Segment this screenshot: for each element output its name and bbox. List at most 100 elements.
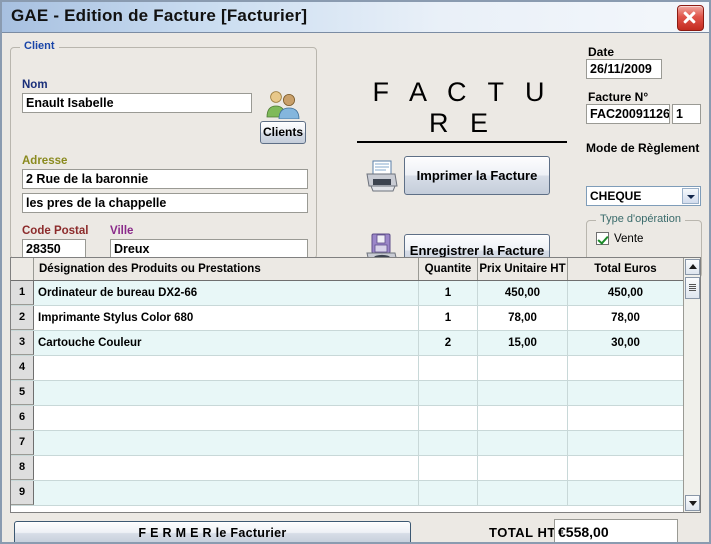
adresse-line2-input[interactable]: les pres de la chappelle [22, 193, 308, 213]
mode-reglement-label: Mode de Règlement [586, 141, 700, 155]
cell-prix-unitaire[interactable]: 78,00 [478, 306, 568, 330]
window-title: GAE - Edition de Facture [Facturier] [11, 6, 308, 25]
code-postal-label: Code Postal [22, 225, 89, 237]
type-operation-legend: Type d'opération [596, 213, 685, 225]
print-invoice-button[interactable]: Imprimer la Facture [404, 156, 550, 195]
row-number[interactable]: 2 [11, 306, 34, 330]
cell-designation[interactable] [34, 356, 419, 380]
people-icon [266, 91, 300, 119]
cell-total[interactable] [568, 406, 683, 430]
cell-total[interactable]: 450,00 [568, 281, 683, 305]
header-quantite[interactable]: Quantite [419, 258, 478, 280]
nom-input[interactable]: Enault Isabelle [22, 93, 252, 113]
cell-designation[interactable]: Ordinateur de bureau DX2-66 [34, 281, 419, 305]
table-row[interactable]: 1 Ordinateur de bureau DX2-66 1 450,00 450,0… [11, 281, 683, 306]
scrollbar-thumb[interactable] [685, 277, 700, 299]
cell-total[interactable]: 30,00 [568, 331, 683, 355]
cell-designation[interactable] [34, 381, 419, 405]
header-total[interactable]: Total Euros [568, 258, 683, 280]
table-row[interactable]: 3 Cartouche Couleur 2 15,00 30,00 [11, 331, 683, 356]
table-row[interactable]: 4 [11, 356, 683, 381]
header-prix-unitaire[interactable]: Prix Unitaire HT [478, 258, 568, 280]
total-ht-value: €558,00 [554, 519, 678, 542]
date-label: Date [588, 45, 615, 59]
cell-prix-unitaire[interactable] [478, 481, 568, 505]
row-number[interactable]: 8 [11, 456, 34, 480]
cell-designation[interactable] [34, 456, 419, 480]
cell-quantite[interactable] [419, 356, 478, 380]
table-row[interactable]: 9 [11, 481, 683, 506]
cell-total[interactable] [568, 381, 683, 405]
ville-input[interactable]: Dreux [110, 239, 308, 259]
chevron-up-icon[interactable] [685, 259, 700, 275]
printer-icon [366, 160, 398, 192]
cell-prix-unitaire[interactable]: 15,00 [478, 331, 568, 355]
facture-window: GAE - Edition de Facture [Facturier] Cli… [0, 0, 711, 544]
adresse-label: Adresse [22, 155, 68, 167]
cell-total[interactable] [568, 356, 683, 380]
total-ht-label: TOTAL HT [489, 525, 556, 540]
table-row[interactable]: 7 [11, 431, 683, 456]
cell-designation[interactable]: Cartouche Couleur [34, 331, 419, 355]
table-row[interactable]: 6 [11, 406, 683, 431]
header-rownum [11, 258, 34, 280]
cell-prix-unitaire[interactable] [478, 381, 568, 405]
facture-sequence-input[interactable]: 1 [672, 104, 701, 124]
date-input[interactable]: 26/11/2009 [586, 59, 662, 79]
table-row[interactable]: 2 Imprimante Stylus Color 680 1 78,00 78,00 [11, 306, 683, 331]
cell-total[interactable]: 78,00 [568, 306, 683, 330]
mode-reglement-value: CHEQUE [590, 189, 642, 203]
vente-checkbox[interactable] [596, 232, 609, 245]
table-row[interactable]: 5 [11, 381, 683, 406]
chevron-down-icon[interactable] [682, 188, 699, 204]
row-number[interactable]: 7 [11, 431, 34, 455]
cell-quantite[interactable] [419, 456, 478, 480]
title-bar: GAE - Edition de Facture [Facturier] [2, 2, 709, 33]
close-facturier-button[interactable]: F E R M E R le Facturier [14, 521, 411, 542]
cell-designation[interactable] [34, 406, 419, 430]
grid-inner: Désignation des Produits ou Prestations … [11, 258, 683, 512]
clients-button[interactable]: Clients [260, 121, 306, 144]
row-number[interactable]: 1 [11, 281, 34, 305]
cell-quantite[interactable] [419, 406, 478, 430]
cell-designation[interactable] [34, 431, 419, 455]
cell-quantite[interactable] [419, 481, 478, 505]
row-number[interactable]: 6 [11, 406, 34, 430]
cell-prix-unitaire[interactable]: 450,00 [478, 281, 568, 305]
vente-label: Vente [614, 233, 644, 245]
form-body: Client Nom Enault Isabelle Clients Adres… [2, 33, 709, 542]
cell-quantite[interactable] [419, 431, 478, 455]
facture-number-input[interactable]: FAC20091126 [586, 104, 670, 124]
client-legend: Client [20, 40, 59, 52]
cell-designation[interactable]: Imprimante Stylus Color 680 [34, 306, 419, 330]
facture-number-label: Facture N° [588, 90, 649, 104]
page-title: F A C T U R E [357, 77, 567, 143]
cell-total[interactable] [568, 456, 683, 480]
grid-header-row: Désignation des Produits ou Prestations … [11, 258, 683, 281]
cell-quantite[interactable]: 1 [419, 306, 478, 330]
close-icon[interactable] [677, 5, 704, 31]
mode-reglement-select[interactable]: CHEQUE [586, 186, 701, 206]
row-number[interactable]: 5 [11, 381, 34, 405]
cell-prix-unitaire[interactable] [478, 406, 568, 430]
code-postal-input[interactable]: 28350 [22, 239, 86, 259]
cell-prix-unitaire[interactable] [478, 356, 568, 380]
row-number[interactable]: 3 [11, 331, 34, 355]
row-number[interactable]: 9 [11, 481, 34, 505]
table-row[interactable]: 8 [11, 456, 683, 481]
adresse-line1-input[interactable]: 2 Rue de la baronnie [22, 169, 308, 189]
cell-quantite[interactable]: 1 [419, 281, 478, 305]
invoice-items-grid: Désignation des Produits ou Prestations … [10, 257, 701, 513]
chevron-down-icon[interactable] [685, 495, 700, 511]
cell-quantite[interactable]: 2 [419, 331, 478, 355]
vente-checkbox-row[interactable]: Vente [596, 232, 643, 245]
header-designation[interactable]: Désignation des Produits ou Prestations [34, 258, 419, 280]
grid-vertical-scrollbar[interactable] [683, 258, 700, 512]
cell-prix-unitaire[interactable] [478, 456, 568, 480]
cell-quantite[interactable] [419, 381, 478, 405]
cell-designation[interactable] [34, 481, 419, 505]
row-number[interactable]: 4 [11, 356, 34, 380]
cell-total[interactable] [568, 431, 683, 455]
cell-total[interactable] [568, 481, 683, 505]
cell-prix-unitaire[interactable] [478, 431, 568, 455]
